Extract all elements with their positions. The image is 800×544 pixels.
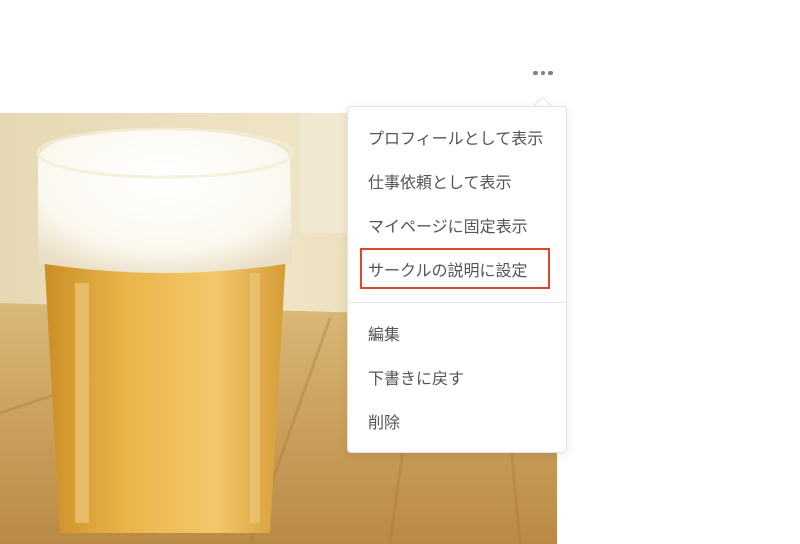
menu-item-show-as-profile[interactable]: プロフィールとして表示 [368,125,543,153]
menu-item-delete[interactable]: 削除 [368,409,400,437]
menu-item-revert-to-draft[interactable]: 下書きに戻す [368,365,464,393]
menu-item-show-as-job-request[interactable]: 仕事依頼として表示 [368,169,512,197]
more-dot [548,70,553,76]
highlight-annotation [360,248,550,289]
more-dot [533,70,538,76]
article-options-menu: プロフィールとして表示 仕事依頼として表示 マイページに固定表示 サークルの説明… [347,106,567,453]
menu-item-pin-to-mypage[interactable]: マイページに固定表示 [368,213,528,241]
more-options-icon[interactable] [530,64,556,82]
menu-item-edit[interactable]: 編集 [368,321,400,349]
more-dot [540,70,546,76]
menu-divider [348,302,566,303]
